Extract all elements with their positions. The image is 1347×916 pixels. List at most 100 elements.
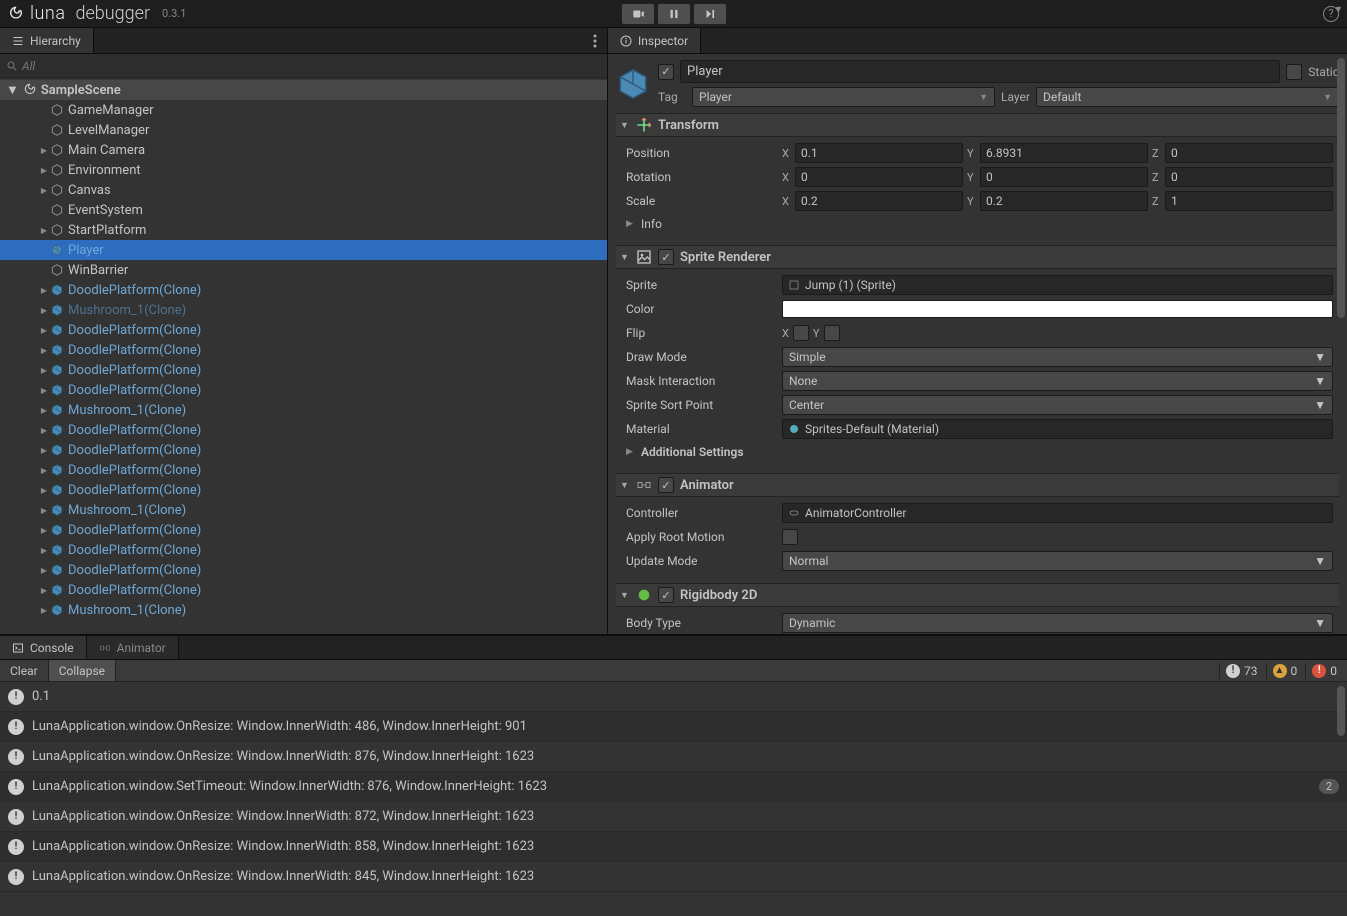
hierarchy-item[interactable]: ▶DoodlePlatform(Clone)	[0, 340, 607, 360]
expand-toggle[interactable]: ▶	[38, 384, 50, 396]
tag-dropdown[interactable]: Player▼	[692, 87, 995, 107]
collapse-button[interactable]: Collapse	[49, 660, 116, 681]
hierarchy-item[interactable]: Player	[0, 240, 607, 260]
hierarchy-item[interactable]: ▶DoodlePlatform(Clone)	[0, 320, 607, 340]
hierarchy-item[interactable]: ▶Mushroom_1(Clone)	[0, 300, 607, 320]
animator-enabled-checkbox[interactable]	[658, 477, 674, 493]
expand-toggle[interactable]: ▶	[38, 344, 50, 356]
scene-toggle[interactable]: ▼	[6, 82, 19, 98]
expand-toggle[interactable]: ▶	[38, 404, 50, 416]
info-counter[interactable]: !73	[1219, 663, 1264, 679]
expand-toggle[interactable]: ▶	[38, 424, 50, 436]
tab-console[interactable]: Console	[0, 636, 87, 659]
pause-button[interactable]	[657, 3, 691, 25]
console-log-row[interactable]: !LunaApplication.window.OnResize: Window…	[0, 742, 1347, 772]
step-button[interactable]	[693, 3, 727, 25]
console-log-row[interactable]: !0.1	[0, 682, 1347, 712]
draw-mode-dropdown[interactable]: Simple▼	[782, 347, 1333, 367]
sprite-renderer-enabled-checkbox[interactable]	[658, 249, 674, 265]
hierarchy-item[interactable]: ▶DoodlePlatform(Clone)	[0, 580, 607, 600]
rotation-z-input[interactable]	[1165, 167, 1333, 187]
material-field[interactable]: Sprites-Default (Material)	[782, 419, 1333, 439]
controller-field[interactable]: AnimatorController	[782, 503, 1333, 523]
expand-toggle[interactable]: ▶	[38, 184, 50, 196]
hierarchy-item[interactable]: EventSystem	[0, 200, 607, 220]
hierarchy-item[interactable]: ▶DoodlePlatform(Clone)	[0, 440, 607, 460]
sprite-sort-point-dropdown[interactable]: Center▼	[782, 395, 1333, 415]
console-scrollbar[interactable]	[1337, 686, 1345, 736]
hierarchy-item[interactable]: ▶Mushroom_1(Clone)	[0, 600, 607, 620]
expand-toggle[interactable]: ▶	[38, 224, 50, 236]
expand-toggle[interactable]: ▶	[38, 364, 50, 376]
record-button[interactable]	[621, 3, 655, 25]
hierarchy-item[interactable]: WinBarrier	[0, 260, 607, 280]
static-checkbox[interactable]	[1286, 64, 1302, 80]
expand-toggle[interactable]: ▶	[38, 604, 50, 616]
context-menu-icon[interactable]: ▼	[1334, 4, 1343, 15]
apply-root-motion-checkbox[interactable]	[782, 529, 798, 545]
hierarchy-item[interactable]: ▶DoodlePlatform(Clone)	[0, 360, 607, 380]
scale-x-input[interactable]	[795, 191, 963, 211]
console-body[interactable]: !0.1!LunaApplication.window.OnResize: Wi…	[0, 682, 1347, 916]
tab-animator[interactable]: Animator	[87, 636, 179, 659]
expand-toggle[interactable]	[38, 204, 50, 216]
hierarchy-item[interactable]: ▶DoodlePlatform(Clone)	[0, 380, 607, 400]
expand-toggle[interactable]: ▶	[38, 304, 50, 316]
console-log-row[interactable]: !LunaApplication.window.OnResize: Window…	[0, 832, 1347, 862]
update-mode-dropdown[interactable]: Normal▼	[782, 551, 1333, 571]
console-log-row[interactable]: !LunaApplication.window.OnResize: Window…	[0, 712, 1347, 742]
hierarchy-item[interactable]: ▶Mushroom_1(Clone)	[0, 500, 607, 520]
layer-dropdown[interactable]: Default▼	[1036, 87, 1339, 107]
expand-toggle[interactable]: ▶	[38, 544, 50, 556]
expand-toggle[interactable]: ▶	[38, 144, 50, 156]
expand-toggle[interactable]: ▶	[38, 164, 50, 176]
position-x-input[interactable]	[795, 143, 963, 163]
mask-interaction-dropdown[interactable]: None▼	[782, 371, 1333, 391]
expand-toggle[interactable]: ▶	[38, 484, 50, 496]
rigidbody2d-enabled-checkbox[interactable]	[658, 587, 674, 603]
rotation-y-input[interactable]	[980, 167, 1148, 187]
flip-y-checkbox[interactable]	[824, 325, 840, 341]
color-field[interactable]	[782, 300, 1333, 318]
hierarchy-search-input[interactable]	[22, 59, 601, 73]
hierarchy-menu-button[interactable]	[583, 28, 607, 53]
scene-row[interactable]: ▼ SampleScene	[0, 80, 607, 100]
hierarchy-item[interactable]: ▶DoodlePlatform(Clone)	[0, 540, 607, 560]
inspector-scrollbar[interactable]	[1337, 58, 1345, 318]
expand-toggle[interactable]: ▶	[38, 564, 50, 576]
object-name-input[interactable]	[680, 60, 1280, 83]
console-log-row[interactable]: !LunaApplication.window.OnResize: Window…	[0, 802, 1347, 832]
expand-toggle[interactable]: ▶	[38, 464, 50, 476]
hierarchy-item[interactable]: ▶DoodlePlatform(Clone)	[0, 420, 607, 440]
expand-toggle[interactable]	[38, 264, 50, 276]
hierarchy-item[interactable]: ▶Mushroom_1(Clone)	[0, 400, 607, 420]
console-log-row[interactable]: !LunaApplication.window.SetTimeout: Wind…	[0, 772, 1347, 802]
scale-z-input[interactable]	[1165, 191, 1333, 211]
expand-toggle[interactable]	[38, 104, 50, 116]
hierarchy-item[interactable]: GameManager	[0, 100, 607, 120]
tab-inspector[interactable]: Inspector	[608, 28, 701, 53]
rotation-x-input[interactable]	[795, 167, 963, 187]
expand-toggle[interactable]	[38, 124, 50, 136]
warn-counter[interactable]: ▲0	[1266, 663, 1304, 679]
transform-header[interactable]: ▼ Transform	[616, 113, 1339, 137]
expand-toggle[interactable]	[38, 244, 50, 256]
transform-info-toggle[interactable]: ▶Info	[626, 213, 1333, 235]
hierarchy-item[interactable]: ▶Canvas	[0, 180, 607, 200]
rigidbody2d-header[interactable]: ▼ Rigidbody 2D	[616, 583, 1339, 607]
additional-settings-toggle[interactable]: ▶Additional Settings	[626, 441, 1333, 463]
expand-toggle[interactable]: ▶	[38, 324, 50, 336]
animator-header[interactable]: ▼ Animator	[616, 473, 1339, 497]
expand-toggle[interactable]: ▶	[38, 504, 50, 516]
hierarchy-tree[interactable]: ▼ SampleScene GameManagerLevelManager▶Ma…	[0, 78, 607, 634]
expand-toggle[interactable]: ▶	[38, 584, 50, 596]
position-z-input[interactable]	[1165, 143, 1333, 163]
hierarchy-item[interactable]: ▶Environment	[0, 160, 607, 180]
tab-hierarchy[interactable]: Hierarchy	[0, 28, 94, 53]
sprite-field[interactable]: Jump (1) (Sprite)	[782, 275, 1333, 295]
hierarchy-item[interactable]: ▶Main Camera	[0, 140, 607, 160]
sprite-renderer-header[interactable]: ▼ Sprite Renderer	[616, 245, 1339, 269]
hierarchy-item[interactable]: ▶DoodlePlatform(Clone)	[0, 560, 607, 580]
hierarchy-item[interactable]: LevelManager	[0, 120, 607, 140]
expand-toggle[interactable]: ▶	[38, 524, 50, 536]
